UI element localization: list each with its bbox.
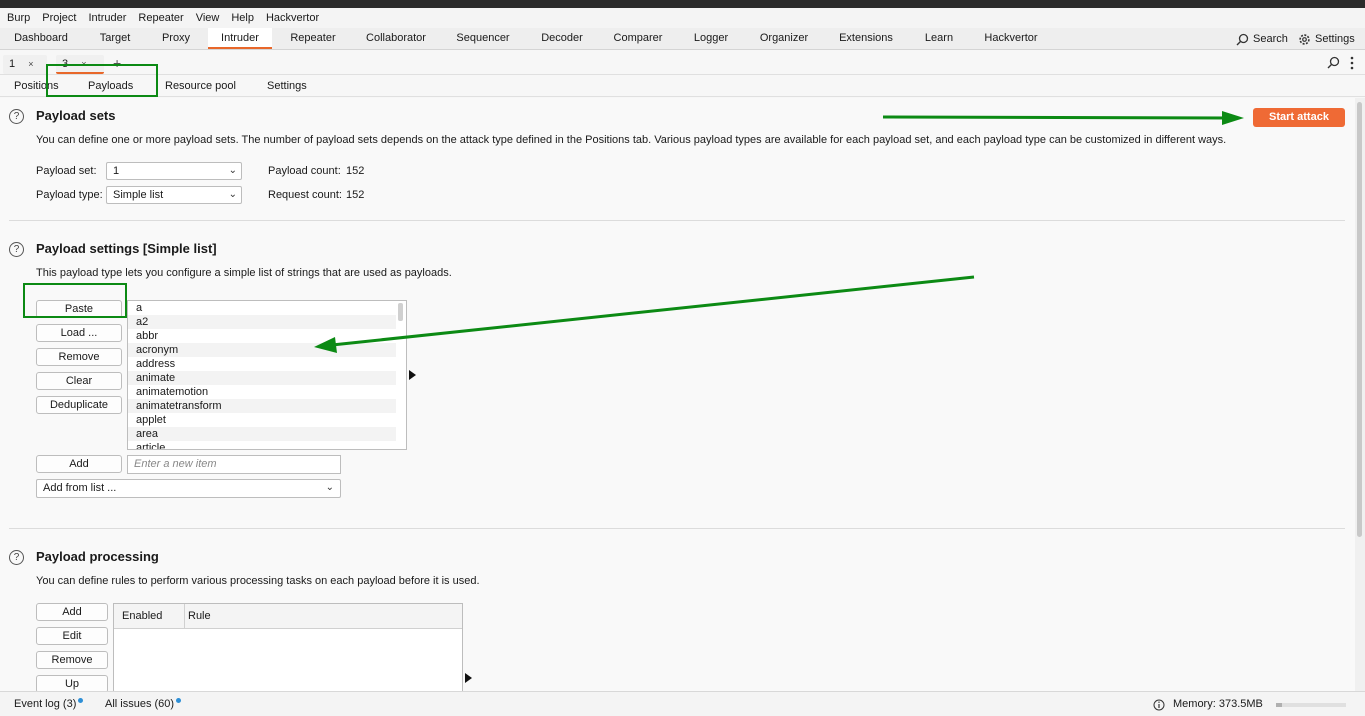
arrowhead-icon <box>314 337 337 353</box>
annotation-arrows <box>314 111 1244 353</box>
annotation-arrow-to-start-attack <box>882 115 1231 120</box>
arrowhead-icon <box>1222 111 1244 125</box>
annotation-arrow-to-payload-list <box>331 275 975 347</box>
